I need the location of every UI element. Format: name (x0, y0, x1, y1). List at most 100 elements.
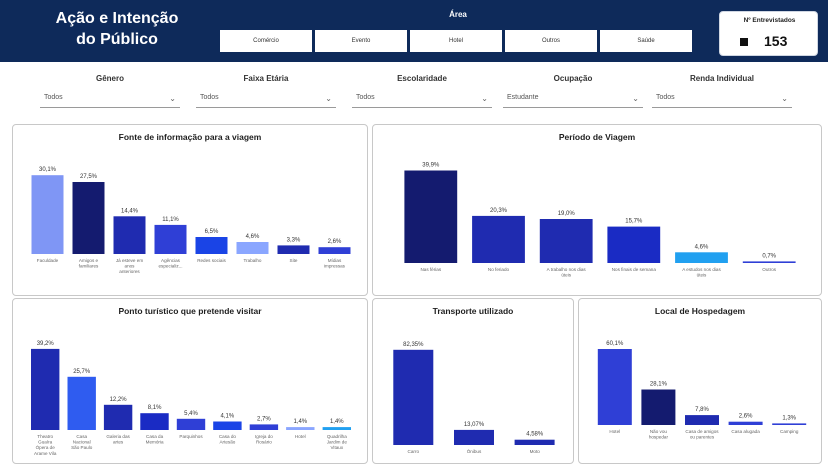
filter-escolaridade: Escolaridade Todos ⌄ (352, 74, 492, 108)
chart-bar[interactable] (195, 237, 228, 254)
chart-bar[interactable] (742, 261, 796, 263)
chevron-down-icon: ⌄ (632, 94, 639, 103)
filter-faixa-etaria: Faixa Etária Todos ⌄ (196, 74, 336, 108)
chart-bar[interactable] (539, 219, 593, 263)
bar-value-label: 39,9% (422, 163, 440, 169)
chart-bar[interactable] (318, 247, 351, 254)
area-button-hotel[interactable]: Hotel (410, 30, 502, 52)
chart-bar[interactable] (277, 245, 310, 254)
chart-bar[interactable] (213, 421, 242, 431)
category-label: Hotel (609, 429, 620, 434)
chart-bar[interactable] (236, 242, 269, 254)
category-label: Camping (780, 429, 799, 434)
chart-bar[interactable] (772, 423, 807, 425)
bar-value-label: 8,1% (148, 405, 162, 411)
area-button-evento[interactable]: Evento (315, 30, 407, 52)
bar-value-label: 7,8% (695, 407, 709, 413)
chart-bar[interactable] (685, 415, 719, 425)
category-label: A trabalho nos dias úteis (547, 267, 587, 278)
filter-label: Ocupação (553, 74, 593, 83)
filter-value: Todos (656, 94, 675, 101)
category-label: Quadrilha Jardim de Vitaux (327, 434, 348, 450)
category-label: Ônibus (467, 448, 482, 454)
chart-panel-transporte: Transporte utilizado 82,35% Carro 13,07% Ôn… (372, 298, 574, 464)
kpi-value: 153 (764, 33, 788, 49)
bar-value-label: 30,1% (39, 167, 57, 173)
area-button-comercio[interactable]: Comércio (220, 30, 312, 52)
filter-value: Todos (200, 94, 219, 101)
filter-value: Todos (356, 94, 375, 101)
category-label: Galeria das artes (106, 434, 130, 445)
bar-value-label: 27,5% (80, 174, 98, 180)
chart-bar[interactable] (31, 348, 60, 430)
chart-bar[interactable] (675, 252, 728, 263)
filter-value: Estudante (507, 94, 539, 101)
square-icon (740, 38, 748, 46)
filter-genero-select[interactable]: Todos ⌄ (40, 94, 180, 108)
page-title-line1: Ação e Intenção (55, 10, 179, 27)
filter-label: Renda Individual (689, 74, 754, 83)
filter-renda-individual-select[interactable]: Todos ⌄ (652, 94, 792, 108)
chart-bar[interactable] (472, 215, 525, 263)
bar-value-label: 11,1% (162, 217, 179, 223)
filter-genero: Gênero Todos ⌄ (40, 74, 180, 108)
category-label: Igreja do Rosário (255, 434, 273, 445)
chart-bar[interactable] (176, 418, 206, 430)
filter-faixa-etaria-select[interactable]: Todos ⌄ (196, 94, 336, 108)
chart-bar[interactable] (154, 224, 187, 254)
chart-bar[interactable] (31, 175, 64, 254)
bar-value-label: 82,35% (403, 342, 424, 348)
interviewee-count-card: Nº Entrevistados 153 (719, 11, 818, 56)
bar-value-label: 14,4% (121, 208, 139, 214)
chart-bar[interactable] (322, 427, 351, 430)
chart-bar[interactable] (113, 216, 146, 254)
chart-bar[interactable] (393, 349, 434, 445)
bar-chart-ponto-turistico: 39,2% Theatro Guaíra Ópera de Arame Vila 25,7… (31, 341, 351, 456)
chart-bar[interactable] (607, 226, 661, 263)
bar-value-label: 60,1% (606, 341, 624, 347)
category-label: Trabalho (244, 258, 262, 263)
filter-label: Faixa Etária (243, 74, 289, 83)
category-label: Já esteve em anos anteriores (116, 258, 143, 274)
area-button-saude[interactable]: Saúde (600, 30, 692, 52)
chart-bar[interactable] (597, 349, 632, 425)
area-button-outros[interactable]: Outros (505, 30, 597, 52)
category-label: Amigos e familiares (79, 258, 99, 269)
filter-escolaridade-select[interactable]: Todos ⌄ (352, 94, 492, 108)
filter-value: Todos (44, 94, 63, 101)
chart-bar[interactable] (454, 429, 494, 445)
chart-bar[interactable] (641, 389, 676, 426)
chart-bar[interactable] (103, 404, 133, 430)
chart-bar[interactable] (249, 424, 279, 430)
bar-value-label: 1,4% (293, 419, 307, 425)
chart-bar[interactable] (72, 182, 105, 254)
bar-value-label: 19,0% (558, 211, 576, 217)
category-label: Casa alugada (731, 429, 760, 434)
bar-value-label: 12,2% (110, 397, 128, 403)
chart-bar[interactable] (404, 170, 458, 264)
chevron-down-icon: ⌄ (781, 94, 788, 103)
category-label: Não vou hospedar (649, 429, 669, 440)
bar-chart-periodo-viagem: 39,9% Nas férias 20,3% No feriado 19,0% A tra… (404, 163, 796, 278)
bar-chart-fonte-informacao: 30,1% Faculdade 27,5% Amigos e familiares 14,… (31, 167, 351, 274)
category-label: Casa Nacional São Paulo (71, 434, 93, 450)
filter-label: Escolaridade (397, 74, 447, 83)
bar-chart-transporte: 82,35% Carro 13,07% Ônibus 4,58% Moto (393, 342, 555, 454)
chart-bar[interactable] (67, 376, 96, 430)
chart-bar[interactable] (514, 439, 555, 445)
filter-ocupacao: Ocupação Estudante ⌄ (503, 74, 643, 108)
category-label: Nos finais de semana (612, 267, 657, 272)
filter-ocupacao-select[interactable]: Estudante ⌄ (503, 94, 643, 108)
bar-value-label: 4,1% (221, 414, 235, 420)
area-button-group: Comércio Evento Hotel Outros Saúde (220, 30, 692, 52)
header-bar: Ação e Intenção do Público Área Comércio… (0, 0, 828, 62)
chart-bar[interactable] (286, 427, 315, 430)
chart-bar[interactable] (728, 421, 763, 425)
bar-chart-hospedagem: 60,1% Hotel 28,1% Não vou hospedar 7,8% Casa d… (597, 341, 807, 440)
category-label: Mídias impressas (324, 258, 346, 269)
kpi-label: Nº Entrevistados (743, 17, 796, 24)
bar-value-label: 15,7% (625, 219, 643, 225)
category-label: Casa de amigos ou parentes (685, 429, 719, 440)
category-label: Agências especializ... (158, 258, 182, 269)
chart-bar[interactable] (140, 413, 169, 430)
